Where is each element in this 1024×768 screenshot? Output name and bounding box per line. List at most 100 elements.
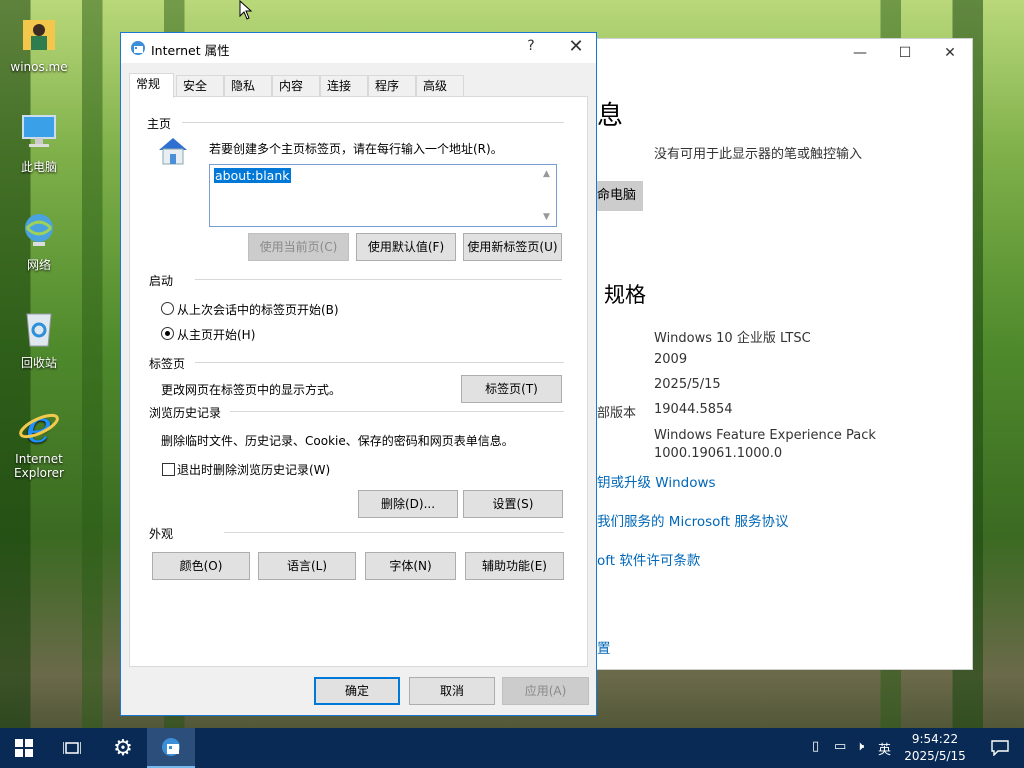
- desktop-icon-this-pc[interactable]: 此电脑: [6, 110, 72, 175]
- homepage-url-textarea[interactable]: about:blank ▲ ▼: [209, 164, 557, 227]
- scroll-up-icon[interactable]: ▲: [543, 169, 550, 179]
- settings-taskbar-button[interactable]: ⚙: [99, 728, 147, 768]
- tab-general[interactable]: 常规: [129, 73, 174, 98]
- internet-options-icon: [162, 738, 180, 756]
- minimize-icon[interactable]: —: [837, 45, 883, 61]
- spec-heading: 规格: [604, 283, 646, 307]
- group-divider: [230, 411, 564, 412]
- internet-properties-dialog: Internet 属性 ? ✕ 常规 安全 隐私 内容 连接 程序 高级 主页 …: [120, 32, 597, 716]
- mouse-cursor-icon: [239, 0, 253, 20]
- use-new-tab-button[interactable]: 使用新标签页(U): [463, 233, 562, 261]
- delete-history-button[interactable]: 删除(D)...: [358, 490, 458, 518]
- dialog-title: Internet 属性: [151, 43, 230, 58]
- textarea-scrollbar[interactable]: ▲ ▼: [541, 165, 556, 226]
- desktop-icon-recycle-bin[interactable]: 回收站: [6, 306, 72, 371]
- radio-home-page-label[interactable]: 从主页开始(H): [177, 326, 255, 343]
- appearance-group-title: 外观: [149, 527, 174, 541]
- colors-button[interactable]: 颜色(O): [152, 552, 250, 580]
- notification-center-button[interactable]: [976, 728, 1024, 768]
- general-tab-panel: 主页 若要创建多个主页标签页，请在每行输入一个地址(R)。 about:blan…: [129, 96, 588, 667]
- tabs-group-title: 标签页: [149, 357, 186, 371]
- homepage-group-title: 主页: [147, 117, 172, 131]
- cancel-button[interactable]: 取消: [409, 677, 495, 705]
- history-description: 删除临时文件、历史记录、Cookie、保存的密码和网页表单信息。: [161, 434, 514, 448]
- installed-on-value: 2025/5/15: [654, 377, 721, 392]
- close-icon[interactable]: ✕: [927, 45, 973, 61]
- history-group-title: 浏览历史记录: [149, 406, 222, 420]
- ime-indicator[interactable]: 英: [878, 739, 891, 758]
- internet-options-icon: [131, 41, 145, 55]
- history-settings-button[interactable]: 设置(S): [463, 490, 563, 518]
- gear-icon: ⚙: [113, 735, 133, 761]
- windows-logo-icon: [15, 739, 33, 757]
- desktop-icon-user-folder[interactable]: winos.me: [6, 12, 72, 74]
- clock-time: 9:54:22: [911, 732, 959, 746]
- version-value: 2009: [654, 352, 688, 367]
- rename-pc-button[interactable]: 命电脑: [597, 181, 643, 211]
- tabs-description: 更改网页在标签页中的显示方式。: [161, 383, 342, 397]
- edition-value: Windows 10 企业版 LTSC: [654, 331, 811, 346]
- tab-programs[interactable]: 程序: [368, 75, 416, 97]
- experience-pack-line1: Windows Feature Experience Pack: [654, 428, 876, 443]
- radio-last-session[interactable]: [161, 302, 174, 315]
- service-agreement-link[interactable]: 我们服务的 Microsoft 服务协议: [597, 510, 789, 530]
- usb-device-icon[interactable]: ▯: [812, 739, 819, 754]
- license-terms-link[interactable]: oft 软件许可条款: [597, 549, 700, 569]
- maximize-icon[interactable]: ☐: [882, 45, 928, 61]
- close-icon[interactable]: ✕: [561, 36, 591, 57]
- task-view-icon: [63, 742, 81, 754]
- accessibility-button[interactable]: 辅助功能(E): [465, 552, 564, 580]
- upgrade-link[interactable]: 钥或升级 Windows: [597, 471, 716, 491]
- use-current-button[interactable]: 使用当前页(C): [248, 233, 349, 261]
- homepage-url-value: about:blank: [214, 168, 291, 183]
- recycle-bin-icon: [26, 313, 52, 347]
- clock[interactable]: 9:54:22 2025/5/15: [900, 731, 970, 765]
- radio-last-session-label[interactable]: 从上次会话中的标签页开始(B): [177, 301, 339, 318]
- group-divider: [195, 279, 562, 280]
- group-divider: [224, 532, 564, 533]
- tab-security[interactable]: 安全: [176, 75, 224, 97]
- os-build-label: 部版本: [597, 406, 637, 421]
- desktop-icon-network[interactable]: 网络: [6, 208, 72, 273]
- homepage-instruction: 若要创建多个主页标签页，请在每行输入一个地址(R)。: [209, 142, 503, 156]
- ok-button[interactable]: 确定: [314, 677, 400, 705]
- languages-button[interactable]: 语言(L): [258, 552, 356, 580]
- computer-icon: [22, 115, 56, 147]
- use-default-button[interactable]: 使用默认值(F): [356, 233, 456, 261]
- notification-icon: [991, 740, 1009, 756]
- network-status-icon[interactable]: ▭: [834, 739, 846, 754]
- tab-privacy[interactable]: 隐私: [224, 75, 272, 97]
- clock-date: 2025/5/15: [904, 749, 966, 763]
- system-about-window: — ☐ ✕ 息 没有可用于此显示器的笔或触控输入 命电脑 规格 Windows …: [596, 38, 973, 670]
- settings-link[interactable]: 置: [597, 637, 611, 657]
- internet-explorer-icon: e: [19, 404, 59, 448]
- volume-muted-icon[interactable]: 🕨: [856, 739, 864, 754]
- svg-text:e: e: [26, 404, 52, 448]
- task-view-button[interactable]: [48, 728, 96, 768]
- desktop-icon-label: Internet Explorer: [14, 452, 64, 480]
- radio-home-page[interactable]: [161, 327, 174, 340]
- experience-pack-line2: 1000.19061.1000.0: [654, 446, 783, 461]
- pen-touch-value: 没有可用于此显示器的笔或触控输入: [654, 147, 863, 162]
- tab-connections[interactable]: 连接: [320, 75, 368, 97]
- start-button[interactable]: [0, 728, 48, 768]
- tab-content[interactable]: 内容: [272, 75, 320, 97]
- tabs-settings-button[interactable]: 标签页(T): [461, 375, 562, 403]
- scroll-down-icon[interactable]: ▼: [543, 212, 550, 222]
- delete-on-exit-label[interactable]: 退出时删除浏览历史记录(W): [177, 461, 330, 478]
- help-icon[interactable]: ?: [521, 38, 541, 54]
- desktop-icon-label: 回收站: [20, 356, 57, 370]
- group-divider: [182, 122, 564, 123]
- desktop-icon-internet-explorer[interactable]: e Internet Explorer: [6, 404, 72, 480]
- dialog-titlebar[interactable]: Internet 属性 ? ✕: [121, 33, 596, 63]
- internet-options-taskbar-button[interactable]: [147, 728, 195, 768]
- apply-button[interactable]: 应用(A): [502, 677, 589, 705]
- desktop-icon-label: winos.me: [10, 60, 68, 74]
- delete-on-exit-checkbox[interactable]: [162, 463, 175, 476]
- tab-advanced[interactable]: 高级: [416, 75, 464, 97]
- startup-group-title: 启动: [149, 274, 174, 288]
- fonts-button[interactable]: 字体(N): [365, 552, 456, 580]
- taskbar: ⚙ ▯ ▭ 🕨 英 9:54:22 2025/5/15: [0, 728, 1024, 768]
- os-build-value: 19044.5854: [654, 402, 733, 417]
- user-folder-icon: [23, 20, 55, 50]
